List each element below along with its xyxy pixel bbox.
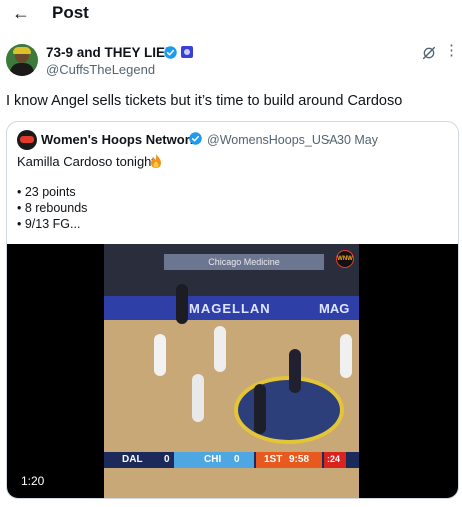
list-item: • 8 rebounds [17, 201, 88, 215]
quoted-author-avatar[interactable] [17, 130, 37, 150]
stats-list: • 23 points • 8 rebounds • 9/13 FG... [17, 184, 87, 232]
list-item: • 23 points [17, 185, 76, 199]
network-logo: WNW [336, 250, 354, 268]
grok-icon[interactable] [421, 45, 437, 61]
fire-emoji-icon [151, 154, 161, 168]
ad-banner-text: MAGELLAN [189, 301, 271, 316]
page-title: Post [52, 3, 89, 22]
quoted-author-handle[interactable]: @WomensHoops_USA [207, 133, 338, 147]
ad-banner-text-partial: MAG [319, 301, 350, 316]
author-name[interactable]: 73-9 and THEY LIED [46, 45, 175, 60]
affiliate-badge-icon [181, 46, 193, 58]
video-player[interactable]: Chicago Medicine MAGELLAN MAG WNW DAL 0 … [7, 244, 458, 498]
verified-badge-icon [164, 46, 177, 59]
arena-board: Chicago Medicine [164, 254, 324, 270]
list-item: • 9/13 FG... [17, 217, 81, 231]
quoted-post[interactable]: Women's Hoops Network @WomensHoops_USA ·… [6, 121, 459, 499]
post-text: I know Angel sells tickets but it’s time… [6, 93, 403, 109]
quoted-verified-badge-icon [189, 132, 202, 145]
author-avatar[interactable] [6, 44, 38, 76]
quoted-post-text: Kamilla Cardoso tonight [17, 154, 156, 169]
quoted-post-date[interactable]: 30 May [337, 133, 378, 147]
top-bar: ← Post [0, 0, 462, 28]
separator-dot: · [327, 133, 332, 147]
team1-score: 0 [164, 454, 170, 465]
team2-name: CHI [204, 454, 222, 465]
video-frame: Chicago Medicine MAGELLAN MAG WNW DAL 0 … [104, 244, 359, 498]
back-arrow-icon[interactable]: ← [8, 2, 34, 24]
author-handle[interactable]: @CuffsTheLegend [46, 62, 155, 77]
shot-clock: :24 [327, 454, 341, 464]
team1-name: DAL [122, 454, 143, 465]
game-period: 1ST [264, 454, 283, 465]
quoted-author-name[interactable]: Women's Hoops Network [41, 132, 197, 147]
game-clock: 9:58 [289, 454, 310, 465]
team2-score: 0 [234, 454, 240, 465]
more-options-icon[interactable]: ⋮ [444, 42, 460, 60]
video-duration: 1:20 [21, 474, 45, 488]
